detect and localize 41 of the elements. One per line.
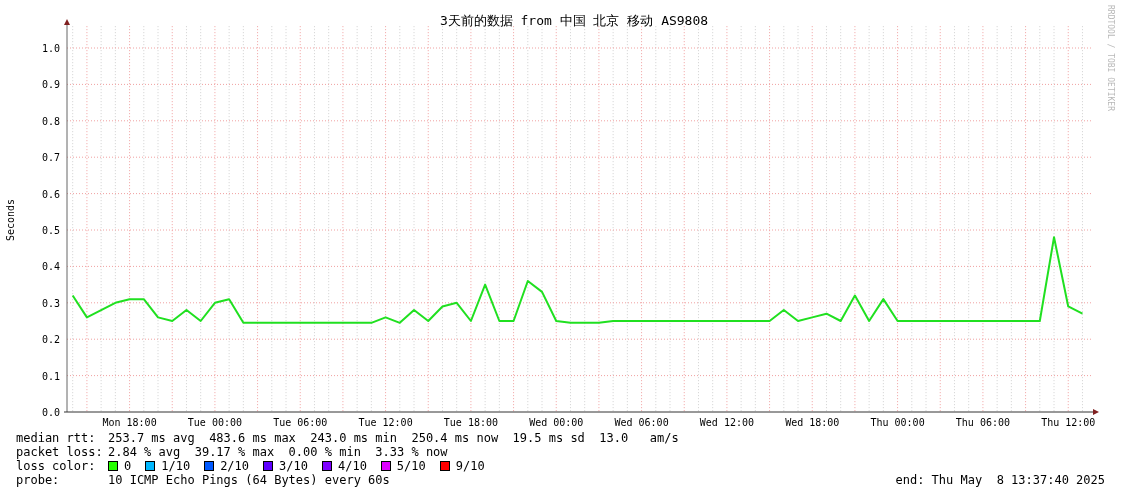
swatch-label: 9/10 — [455, 459, 485, 473]
swatch-label: 2/10 — [220, 459, 250, 473]
axis-label: 0.1 — [41, 370, 60, 382]
legend-label: median rtt: — [16, 431, 97, 445]
axis-label: 0.0 — [41, 407, 60, 418]
legend-label: packet loss: — [16, 445, 104, 459]
axis-label: Tue 00:00 — [187, 417, 242, 428]
axis-title: Seconds — [5, 198, 16, 242]
credit-text: RRDTOOL / TOBI OETIKER — [1106, 5, 1115, 111]
axis-label: Tue 06:00 — [273, 417, 328, 428]
swatch-label: 3/10 — [279, 459, 308, 473]
end-time: end: Thu May 8 13:37:40 2025 — [895, 473, 1105, 487]
axis-label: Wed 12:00 — [699, 417, 754, 428]
chart-title: 3天前的数据 from 中国 北京 移动 AS9808 — [439, 13, 709, 28]
axis-label: 0.8 — [41, 115, 60, 127]
axis-label: 1.0 — [41, 43, 60, 54]
axis-label: 0.4 — [41, 261, 60, 273]
axis-label: Tue 12:00 — [358, 417, 413, 428]
axis-label: 0.5 — [41, 225, 60, 236]
axis-label: 0.7 — [41, 152, 60, 164]
axis-label: 0.3 — [41, 297, 60, 309]
axis-label: Thu 12:00 — [1041, 417, 1096, 428]
legend-label: loss color: — [16, 459, 97, 473]
legend-text: 2.84 % avg 39.17 % max 0.00 % min 3.33 % now — [108, 445, 448, 459]
axis-label: Wed 06:00 — [614, 417, 669, 428]
axis-label: Thu 06:00 — [955, 417, 1010, 428]
axis-label: Thu 00:00 — [870, 417, 925, 428]
axis-label: Wed 18:00 — [785, 417, 840, 428]
axis-label: Mon 18:00 — [102, 417, 157, 428]
swatch-label: 4/10 — [337, 459, 367, 473]
axis-label: 0.9 — [41, 79, 60, 91]
swatch-label: 5/10 — [396, 459, 426, 473]
swatch-label: 1/10 — [161, 459, 191, 473]
swatch-label: 0 — [124, 459, 132, 473]
axis-label: Tue 18:00 — [443, 417, 498, 428]
axis-label: 0.6 — [41, 188, 60, 200]
legend-text: 10 ICMP Echo Pings (64 Bytes) every 60s — [108, 473, 390, 487]
axis-label: Wed 00:00 — [529, 417, 584, 428]
legend-text: 253.7 ms avg 483.6 ms max 243.0 ms min 250.4 ms now 19.5 ms sd 13.0 am/s — [108, 431, 679, 445]
legend-label: probe: — [16, 473, 61, 487]
axis-label: 0.2 — [41, 334, 60, 346]
